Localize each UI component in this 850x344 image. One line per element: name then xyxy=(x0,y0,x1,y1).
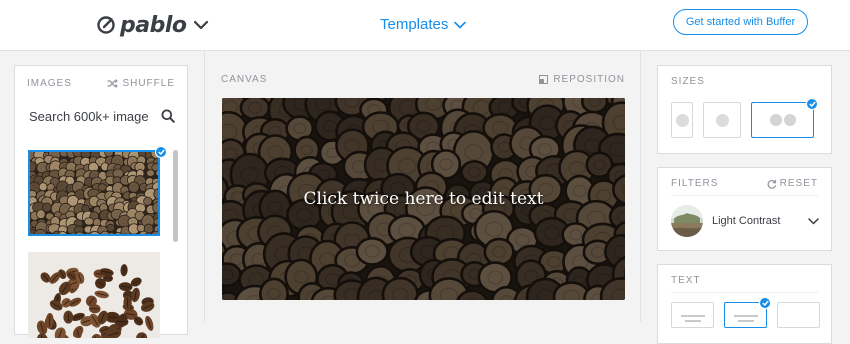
images-scrollbar[interactable] xyxy=(173,150,178,242)
firewood-image xyxy=(30,152,158,234)
settings-column: SIZES FILTERS RESET xyxy=(641,51,850,322)
logo-text: pablo xyxy=(120,13,187,38)
canvas-overlay-text[interactable]: Click twice here to edit text xyxy=(222,98,625,300)
size-facebook-twitter-button[interactable] xyxy=(751,102,814,138)
filters-header: FILTERS RESET xyxy=(671,178,818,189)
coffee-beans-image xyxy=(28,252,160,338)
image-thumbnail-coffee[interactable] xyxy=(28,252,160,338)
reposition-label: REPOSITION xyxy=(553,74,625,85)
shuffle-label: SHUFFLE xyxy=(122,78,175,89)
instagram-icon xyxy=(716,114,729,127)
pablo-logo-icon xyxy=(96,15,116,35)
chevron-down-icon xyxy=(454,21,466,29)
sizes-panel: SIZES xyxy=(657,65,832,154)
top-header: pablo Templates Get started with Buffer xyxy=(0,0,850,51)
facebook-twitter-icon xyxy=(770,114,796,126)
image-search xyxy=(29,106,175,126)
chevron-down-icon xyxy=(808,218,819,225)
text-panel: TEXT xyxy=(657,264,832,344)
reset-icon xyxy=(767,179,777,189)
filter-preview-thumbnail xyxy=(671,205,703,237)
images-column: IMAGES SHUFFLE xyxy=(0,51,204,322)
selected-check-icon xyxy=(759,297,771,309)
sizes-label: SIZES xyxy=(671,76,705,87)
templates-dropdown[interactable]: Templates xyxy=(380,16,466,33)
image-thumbnail-firewood[interactable] xyxy=(28,150,160,236)
pinterest-icon xyxy=(676,114,689,127)
filter-select[interactable]: Light Contrast xyxy=(671,204,819,238)
shuffle-button[interactable]: SHUFFLE xyxy=(107,78,175,89)
selected-check-icon xyxy=(155,146,167,158)
canvas-column: CANVAS REPOSITION Click twice here to ed… xyxy=(204,51,641,322)
reposition-button[interactable]: REPOSITION xyxy=(539,74,625,85)
search-icon[interactable] xyxy=(161,109,175,123)
images-panel: IMAGES SHUFFLE xyxy=(14,65,188,335)
filters-panel: FILTERS RESET Light Contrast xyxy=(657,167,832,251)
filters-label: FILTERS xyxy=(671,178,718,189)
reposition-icon xyxy=(539,75,548,84)
image-search-input[interactable] xyxy=(29,109,149,124)
reset-label: RESET xyxy=(780,178,818,189)
canvas-header: CANVAS REPOSITION xyxy=(221,74,625,85)
get-started-button[interactable]: Get started with Buffer xyxy=(673,9,808,35)
shuffle-icon xyxy=(107,79,118,88)
size-instagram-button[interactable] xyxy=(703,102,741,138)
size-pinterest-button[interactable] xyxy=(671,102,693,138)
canvas-label: CANVAS xyxy=(221,74,267,85)
images-label: IMAGES xyxy=(27,78,72,89)
reset-button[interactable]: RESET xyxy=(767,178,818,189)
text-label: TEXT xyxy=(671,275,701,286)
text-style-1-button[interactable] xyxy=(671,302,714,328)
filter-name: Light Contrast xyxy=(712,215,808,227)
templates-label: Templates xyxy=(380,16,448,33)
canvas-image[interactable]: Click twice here to edit text xyxy=(222,98,625,300)
chevron-down-icon[interactable] xyxy=(193,19,209,31)
images-header: IMAGES SHUFFLE xyxy=(27,76,175,90)
text-style-3-button[interactable] xyxy=(777,302,820,328)
pablo-logo[interactable]: pablo xyxy=(96,12,209,38)
selected-check-icon xyxy=(806,98,818,110)
divider xyxy=(671,292,818,293)
divider xyxy=(671,195,818,196)
